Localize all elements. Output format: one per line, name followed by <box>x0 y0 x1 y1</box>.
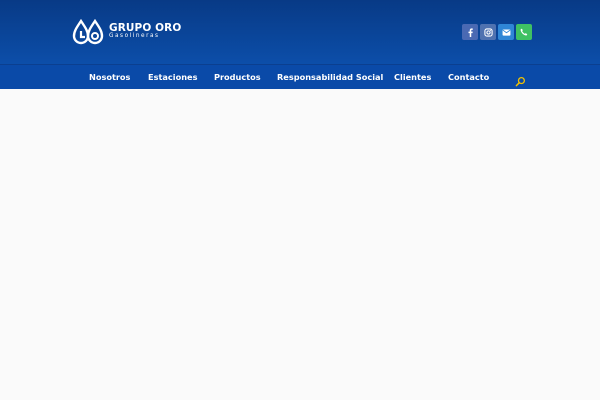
page-content-area <box>0 89 600 400</box>
nav-item-productos[interactable]: Productos <box>214 65 261 89</box>
instagram-button[interactable] <box>480 24 496 40</box>
phone-icon <box>520 28 528 36</box>
search-icon <box>515 77 525 87</box>
nav-item-contacto[interactable]: Contacto <box>448 65 489 89</box>
nav-item-responsabilidad-social[interactable]: Responsabilidad Social <box>277 65 383 89</box>
envelope-icon <box>502 28 510 36</box>
nav-item-estaciones[interactable]: Estaciones <box>148 65 197 89</box>
facebook-button[interactable] <box>462 24 478 40</box>
instagram-icon <box>483 27 493 37</box>
search-button[interactable] <box>515 72 526 87</box>
droplets-logo-icon <box>72 18 104 44</box>
phone-button[interactable] <box>516 24 532 40</box>
facebook-icon <box>467 27 473 37</box>
brand-subtitle: Gasolineras <box>109 33 160 40</box>
site-header: GRUPO ORO Gasolineras <box>0 0 600 64</box>
nav-item-nosotros[interactable]: Nosotros <box>89 65 130 89</box>
email-button[interactable] <box>498 24 514 40</box>
site-logo[interactable]: GRUPO ORO Gasolineras <box>72 18 181 45</box>
logo-text: GRUPO ORO Gasolineras <box>109 23 181 40</box>
brand-title: GRUPO ORO <box>109 21 182 34</box>
nav-item-clientes[interactable]: Clientes <box>394 65 431 89</box>
social-links <box>462 24 532 40</box>
main-navigation: Nosotros Estaciones Productos Responsabi… <box>0 64 600 89</box>
